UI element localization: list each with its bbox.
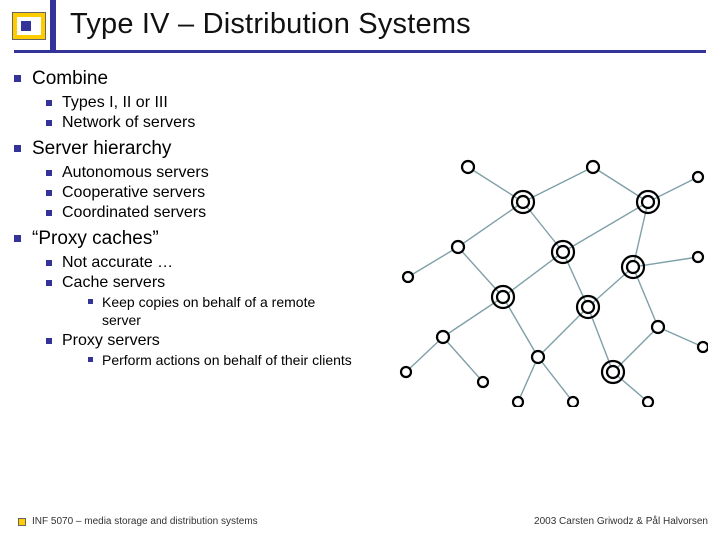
bullet-cooperative: Cooperative servers (32, 184, 357, 202)
server-node-icon (552, 241, 574, 263)
bullet-proxy-servers: Proxy servers Perform actions on behalf … (32, 332, 357, 370)
level2-text: Not accurate … (62, 254, 173, 271)
content-area: Combine Types I, II or III Network of se… (12, 62, 708, 510)
server-node-icon (577, 296, 599, 318)
title-area: Type IV – Distribution Systems (0, 0, 720, 58)
footer-left-text: INF 5070 – media storage and distributio… (32, 516, 258, 527)
bullet-network-servers: Network of servers (32, 114, 357, 132)
server-node-icon (602, 361, 624, 383)
square-bullet-icon (88, 299, 93, 304)
square-bullet-icon (46, 100, 52, 106)
bullet-not-accurate: Not accurate … (32, 254, 357, 272)
level2-list: Types I, II or III Network of servers (32, 94, 357, 132)
bullet-autonomous: Autonomous servers (32, 164, 357, 182)
server-node-icon (622, 256, 644, 278)
bullet-server-hierarchy: Server hierarchy Autonomous servers Coop… (12, 138, 357, 222)
bullet-cache-servers: Cache servers Keep copies on behalf of a… (32, 274, 357, 330)
bullet-coordinated: Coordinated servers (32, 204, 357, 222)
level3-text: Keep copies on behalf of a remote server (102, 294, 315, 328)
level1-text: “Proxy caches” (32, 228, 159, 249)
corner-logo-icon (12, 12, 46, 40)
square-bullet-icon (46, 120, 52, 126)
slide-title: Type IV – Distribution Systems (70, 8, 720, 41)
server-node-icon (512, 191, 534, 213)
bullet-combine: Combine Types I, II or III Network of se… (12, 68, 357, 132)
square-bullet-icon (88, 357, 93, 362)
level1-text: Server hierarchy (32, 138, 171, 159)
level2-text: Autonomous servers (62, 164, 209, 181)
square-bullet-icon (46, 210, 52, 216)
level3-list: Keep copies on behalf of a remote server (62, 294, 357, 330)
network-diagram (398, 147, 708, 407)
bullet-column: Combine Types I, II or III Network of se… (12, 68, 357, 370)
square-bullet-icon (14, 75, 21, 82)
level2-text: Network of servers (62, 114, 195, 131)
bullet-proxy-caches: “Proxy caches” Not accurate … Cache serv… (12, 228, 357, 370)
square-bullet-icon (46, 170, 52, 176)
level2-text: Types I, II or III (62, 94, 168, 111)
square-bullet-icon (46, 260, 52, 266)
level2-text: Cooperative servers (62, 184, 205, 201)
server-node-icon (637, 191, 659, 213)
bullet-perform-actions: Perform actions on behalf of their clien… (62, 352, 357, 370)
footer-logo-icon (18, 518, 26, 526)
network-svg (398, 147, 708, 407)
level3-text: Perform actions on behalf of their clien… (102, 352, 352, 368)
square-bullet-icon (46, 338, 52, 344)
square-bullet-icon (14, 235, 21, 242)
level3-list: Perform actions on behalf of their clien… (62, 352, 357, 370)
level2-text: Cache servers (62, 274, 165, 291)
server-node-icon (492, 286, 514, 308)
square-bullet-icon (46, 280, 52, 286)
title-vertical-stripe (50, 0, 56, 50)
footer-right-text: 2003 Carsten Griwodz & Pål Halvorsen (534, 516, 708, 527)
level2-text: Proxy servers (62, 332, 160, 349)
level2-list: Not accurate … Cache servers Keep copies… (32, 254, 357, 370)
square-bullet-icon (14, 145, 21, 152)
footer: INF 5070 – media storage and distributio… (18, 516, 708, 534)
bullet-keep-copies: Keep copies on behalf of a remote server (62, 294, 357, 330)
title-underline (14, 50, 706, 53)
bullet-types: Types I, II or III (32, 94, 357, 112)
level1-list: Combine Types I, II or III Network of se… (12, 68, 357, 370)
level2-text: Coordinated servers (62, 204, 206, 221)
square-bullet-icon (46, 190, 52, 196)
level2-list: Autonomous servers Cooperative servers C… (32, 164, 357, 222)
level1-text: Combine (32, 68, 108, 89)
